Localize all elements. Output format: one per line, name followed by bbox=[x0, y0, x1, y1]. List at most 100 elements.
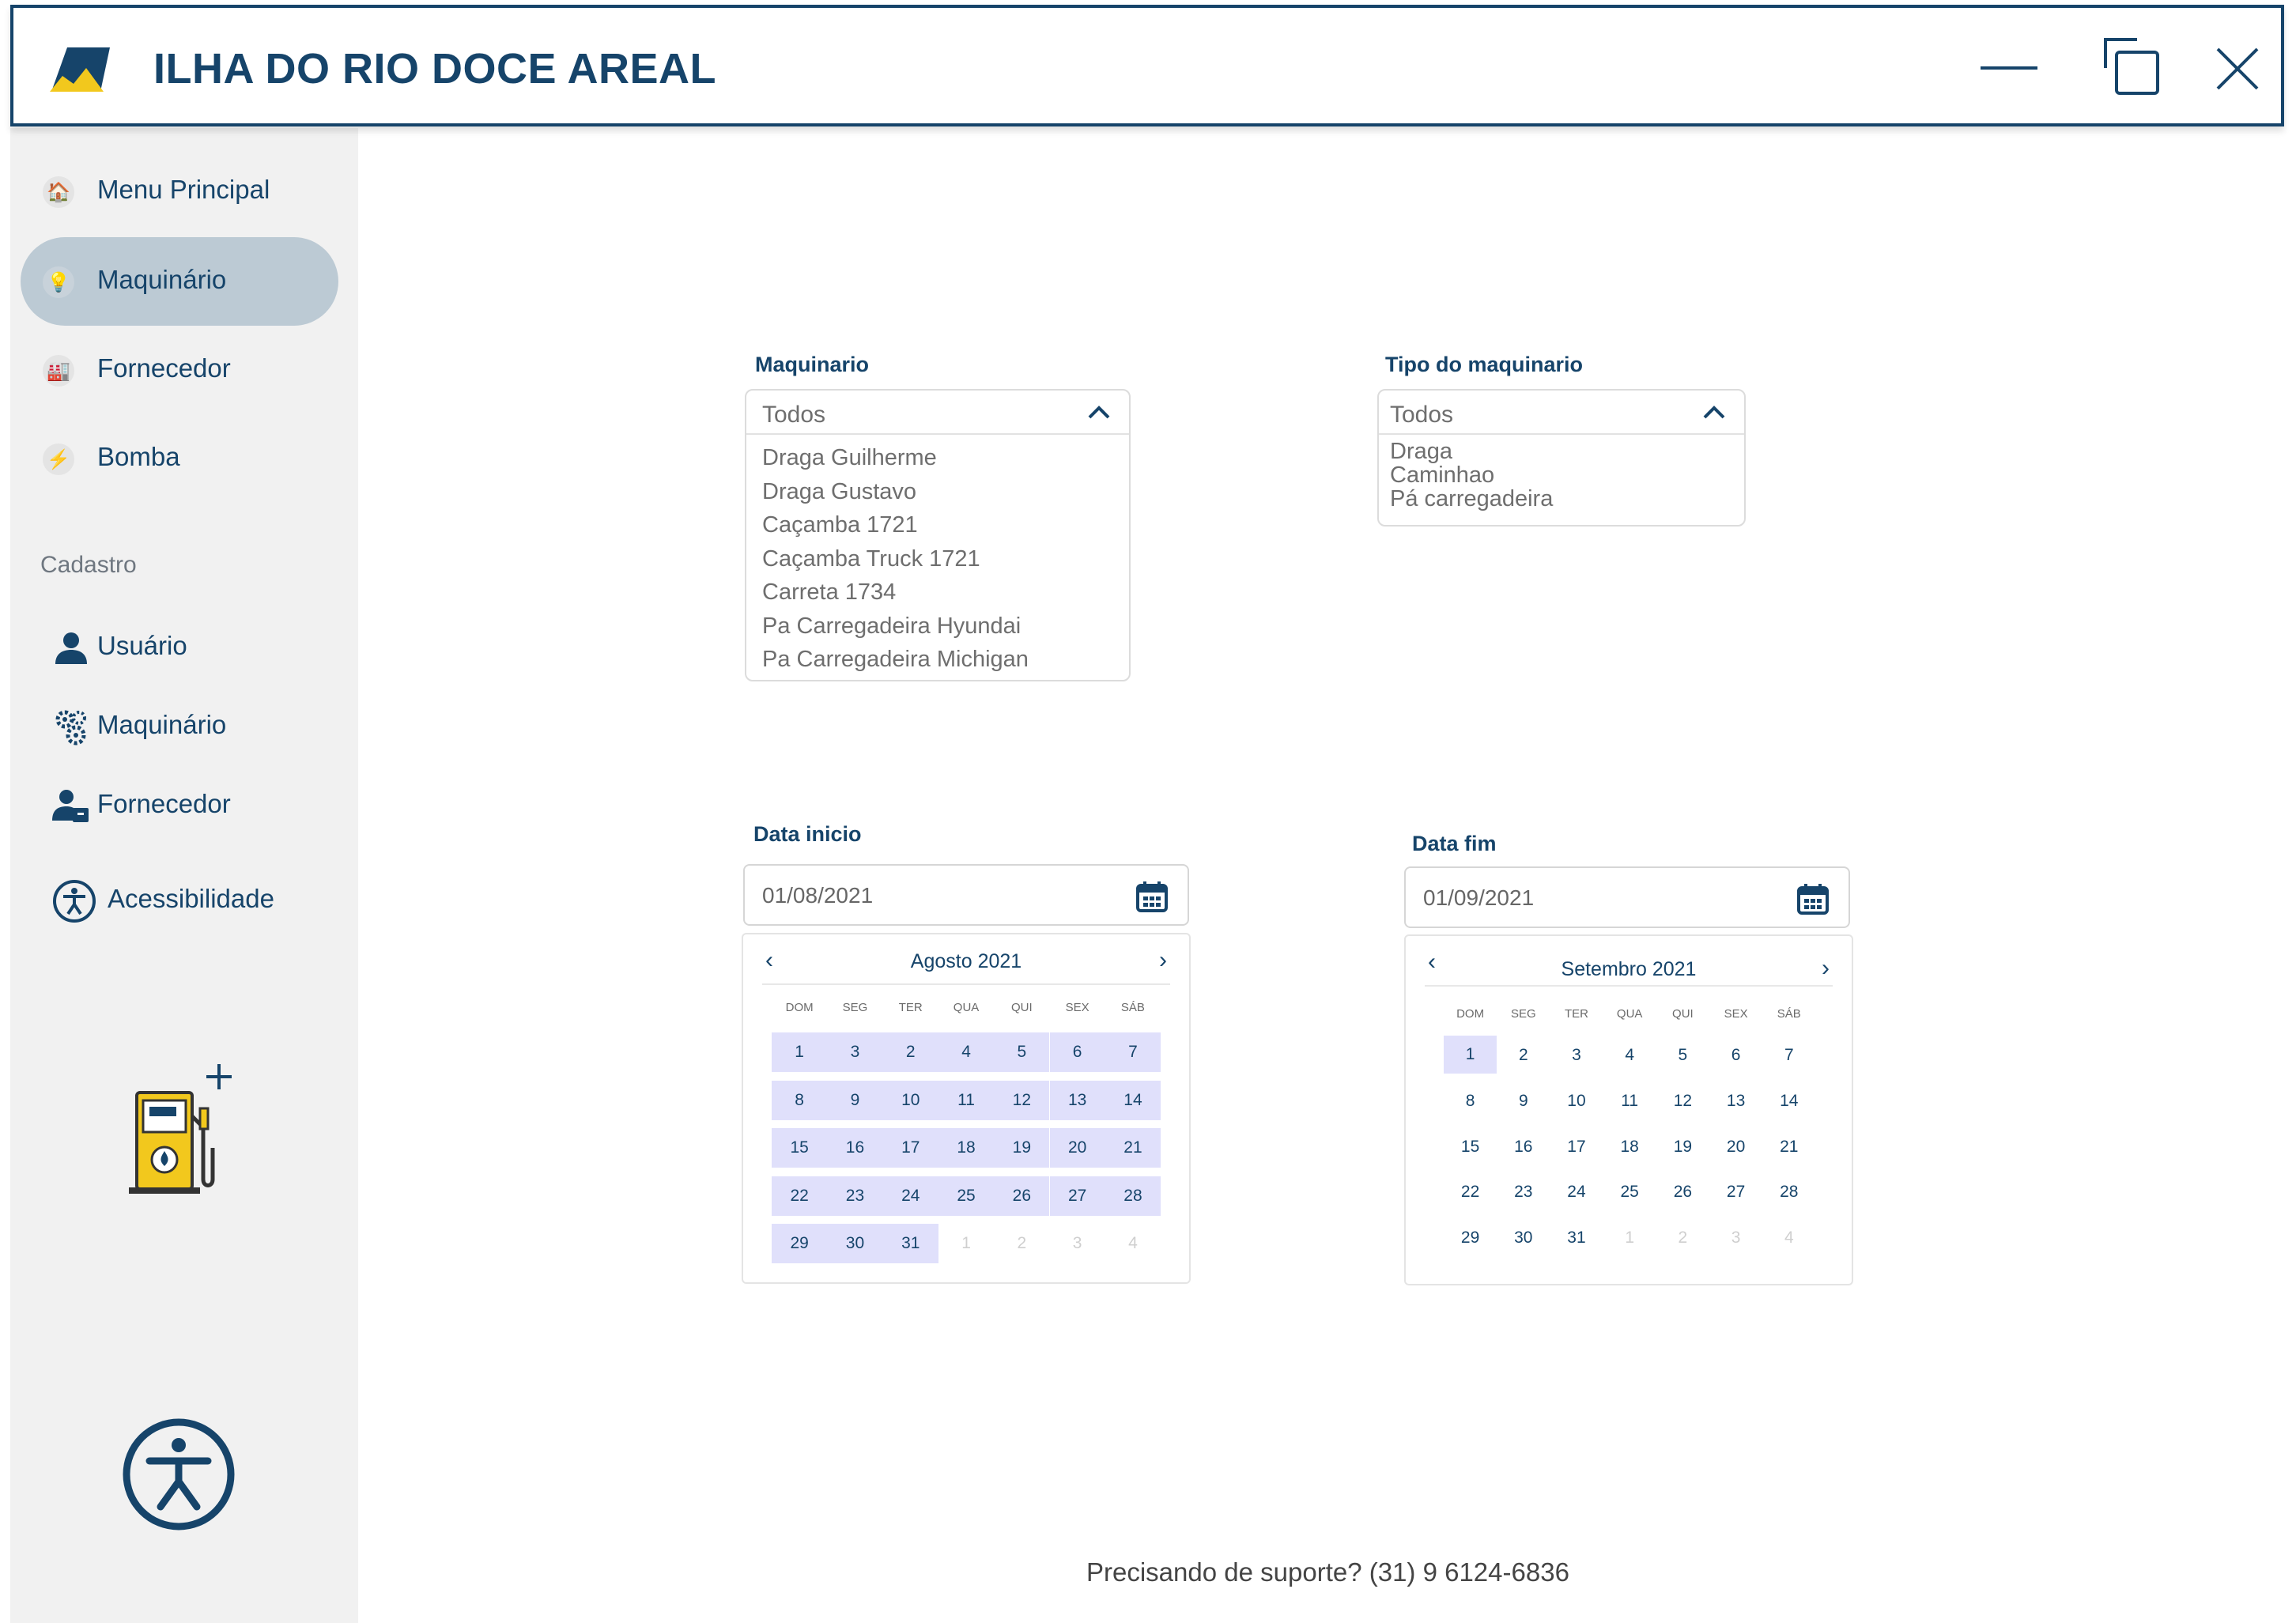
maquinario-option[interactable]: Caçamba 1721 bbox=[762, 508, 1129, 542]
calendar-day[interactable]: 24 bbox=[1550, 1172, 1603, 1212]
calendar-day[interactable]: 4 bbox=[1603, 1036, 1656, 1075]
calendar-day[interactable]: 26 bbox=[1656, 1172, 1709, 1212]
calendar-day[interactable]: 31 bbox=[1550, 1218, 1603, 1258]
calendar-day[interactable]: 23 bbox=[827, 1176, 883, 1216]
calendar-day[interactable]: 31 bbox=[882, 1224, 938, 1263]
calendar-day[interactable]: 16 bbox=[827, 1128, 883, 1168]
calendar-day[interactable]: 12 bbox=[994, 1080, 1050, 1120]
sidebar-item-bomba[interactable]: ⚡ Bomba bbox=[21, 414, 338, 503]
calendar-day[interactable]: 9 bbox=[1497, 1081, 1550, 1121]
calendar-agosto: ‹ Agosto 2021 › DOM SEG TER QUA QUI SEX SÁB 1 3 2… bbox=[742, 933, 1191, 1284]
chevron-up-icon[interactable] bbox=[1086, 405, 1112, 421]
calendar-day[interactable]: 27 bbox=[1709, 1172, 1762, 1212]
calendar-day[interactable]: 11 bbox=[938, 1080, 995, 1120]
calendar-day[interactable]: 19 bbox=[1656, 1127, 1709, 1167]
calendar-day[interactable]: 13 bbox=[1049, 1080, 1105, 1120]
weekday-header: DOM bbox=[1456, 1007, 1485, 1021]
calendar-day[interactable]: 1 bbox=[1444, 1036, 1497, 1074]
calendar-day[interactable]: 28 bbox=[1105, 1176, 1161, 1216]
calendar-day[interactable]: 11 bbox=[1603, 1081, 1656, 1121]
tipo-maquinario-dropdown[interactable]: Todos Draga Caminhao Pá carregadeira bbox=[1377, 389, 1746, 527]
maquinario-dropdown[interactable]: Todos Draga Guilherme Draga Gustavo Caçamb… bbox=[745, 389, 1131, 681]
calendar-day[interactable]: 14 bbox=[1762, 1081, 1815, 1121]
calendar-day[interactable]: 2 bbox=[1497, 1036, 1550, 1075]
calendar-day[interactable]: 20 bbox=[1049, 1128, 1105, 1168]
cadastro-item-maquinario[interactable]: Maquinário bbox=[21, 694, 338, 757]
maquinario-option[interactable]: Pa Carregadeira Hyundai bbox=[762, 610, 1129, 644]
fuel-pump-add-icon[interactable] bbox=[121, 1061, 247, 1203]
calendar-day[interactable]: 30 bbox=[827, 1224, 883, 1263]
calendar-day[interactable]: 22 bbox=[1444, 1172, 1497, 1212]
calendar-day[interactable]: 15 bbox=[1444, 1127, 1497, 1167]
accessibility-large-icon[interactable] bbox=[121, 1417, 236, 1532]
calendar-day[interactable]: 26 bbox=[994, 1176, 1050, 1216]
calendar-day[interactable]: 29 bbox=[772, 1224, 828, 1263]
maquinario-option[interactable]: Draga Guilherme bbox=[762, 441, 1129, 475]
calendar-day[interactable]: 22 bbox=[772, 1176, 828, 1216]
calendar-day[interactable]: 10 bbox=[882, 1080, 938, 1120]
calendar-day[interactable]: 18 bbox=[938, 1128, 995, 1168]
tipo-option[interactable]: Caminhao bbox=[1390, 463, 1744, 487]
calendar-day[interactable]: 5 bbox=[1656, 1036, 1709, 1075]
data-fim-input[interactable]: 01/09/2021 bbox=[1404, 866, 1850, 928]
sidebar-item-maquinario[interactable]: 💡 Maquinário bbox=[21, 237, 338, 326]
tipo-dropdown-head[interactable]: Todos bbox=[1379, 391, 1744, 435]
calendar-day[interactable]: 12 bbox=[1656, 1081, 1709, 1121]
sidebar-item-fornecedor[interactable]: 🏭 Fornecedor bbox=[21, 326, 338, 414]
calendar-icon[interactable] bbox=[1135, 880, 1169, 913]
calendar-day[interactable]: 18 bbox=[1603, 1127, 1656, 1167]
accessibility-link[interactable]: Acessibilidade bbox=[21, 865, 338, 936]
minimize-icon[interactable] bbox=[1974, 32, 2045, 103]
calendar-day[interactable]: 25 bbox=[1603, 1172, 1656, 1212]
calendar-icon[interactable] bbox=[1796, 882, 1830, 915]
calendar-day[interactable]: 25 bbox=[938, 1176, 995, 1216]
calendar-day[interactable]: 6 bbox=[1049, 1032, 1105, 1072]
maquinario-option[interactable]: Caçamba Truck 1721 bbox=[762, 542, 1129, 576]
calendar-day[interactable]: 23 bbox=[1497, 1172, 1550, 1212]
calendar-day[interactable]: 20 bbox=[1709, 1127, 1762, 1167]
calendar-day[interactable]: 24 bbox=[882, 1176, 938, 1216]
calendar-day[interactable]: 29 bbox=[1444, 1218, 1497, 1258]
calendar-day[interactable]: 13 bbox=[1709, 1081, 1762, 1121]
cadastro-item-usuario[interactable]: Usuário bbox=[21, 615, 338, 678]
sidebar: 🏠 Menu Principal 💡 Maquinário 🏭 Forneced… bbox=[10, 128, 358, 1623]
calendar-day[interactable]: 15 bbox=[772, 1128, 828, 1168]
chevron-up-icon[interactable] bbox=[1701, 405, 1727, 421]
chevron-right-icon[interactable]: › bbox=[1159, 947, 1167, 974]
calendar-day[interactable]: 7 bbox=[1762, 1036, 1815, 1075]
calendar-day[interactable]: 10 bbox=[1550, 1081, 1603, 1121]
calendar-day[interactable]: 5 bbox=[994, 1032, 1050, 1072]
restore-window-icon[interactable] bbox=[2093, 32, 2164, 103]
calendar-day[interactable]: 28 bbox=[1762, 1172, 1815, 1212]
calendar-day[interactable]: 6 bbox=[1709, 1036, 1762, 1075]
calendar-day[interactable]: 3 bbox=[827, 1032, 883, 1072]
calendar-day[interactable]: 14 bbox=[1105, 1080, 1161, 1120]
maquinario-dropdown-head[interactable]: Todos bbox=[746, 391, 1129, 435]
tipo-option[interactable]: Draga bbox=[1390, 440, 1744, 463]
calendar-day[interactable]: 1 bbox=[772, 1032, 828, 1072]
maquinario-option[interactable]: Draga Gustavo bbox=[762, 475, 1129, 509]
calendar-day[interactable]: 21 bbox=[1762, 1127, 1815, 1167]
calendar-day[interactable]: 27 bbox=[1049, 1176, 1105, 1216]
calendar-day[interactable]: 30 bbox=[1497, 1218, 1550, 1258]
calendar-day[interactable]: 17 bbox=[1550, 1127, 1603, 1167]
calendar-day[interactable]: 4 bbox=[938, 1032, 995, 1072]
chevron-right-icon[interactable]: › bbox=[1822, 955, 1830, 982]
calendar-day[interactable]: 8 bbox=[1444, 1081, 1497, 1121]
calendar-day[interactable]: 19 bbox=[994, 1128, 1050, 1168]
tipo-option[interactable]: Pá carregadeira bbox=[1390, 487, 1744, 511]
calendar-day[interactable]: 8 bbox=[772, 1080, 828, 1120]
calendar-day[interactable]: 16 bbox=[1497, 1127, 1550, 1167]
calendar-day[interactable]: 2 bbox=[882, 1032, 938, 1072]
calendar-day[interactable]: 21 bbox=[1105, 1128, 1161, 1168]
calendar-day[interactable]: 9 bbox=[827, 1080, 883, 1120]
close-icon[interactable] bbox=[2203, 32, 2275, 103]
cadastro-item-fornecedor[interactable]: Fornecedor bbox=[21, 773, 338, 836]
calendar-day[interactable]: 7 bbox=[1105, 1032, 1161, 1072]
sidebar-item-menu-principal[interactable]: 🏠 Menu Principal bbox=[21, 147, 338, 236]
calendar-day[interactable]: 17 bbox=[882, 1128, 938, 1168]
maquinario-option[interactable]: Carreta 1734 bbox=[762, 576, 1129, 610]
calendar-day[interactable]: 3 bbox=[1550, 1036, 1603, 1075]
maquinario-option[interactable]: Pa Carregadeira Michigan bbox=[762, 643, 1129, 677]
data-inicio-input[interactable]: 01/08/2021 bbox=[743, 864, 1189, 926]
